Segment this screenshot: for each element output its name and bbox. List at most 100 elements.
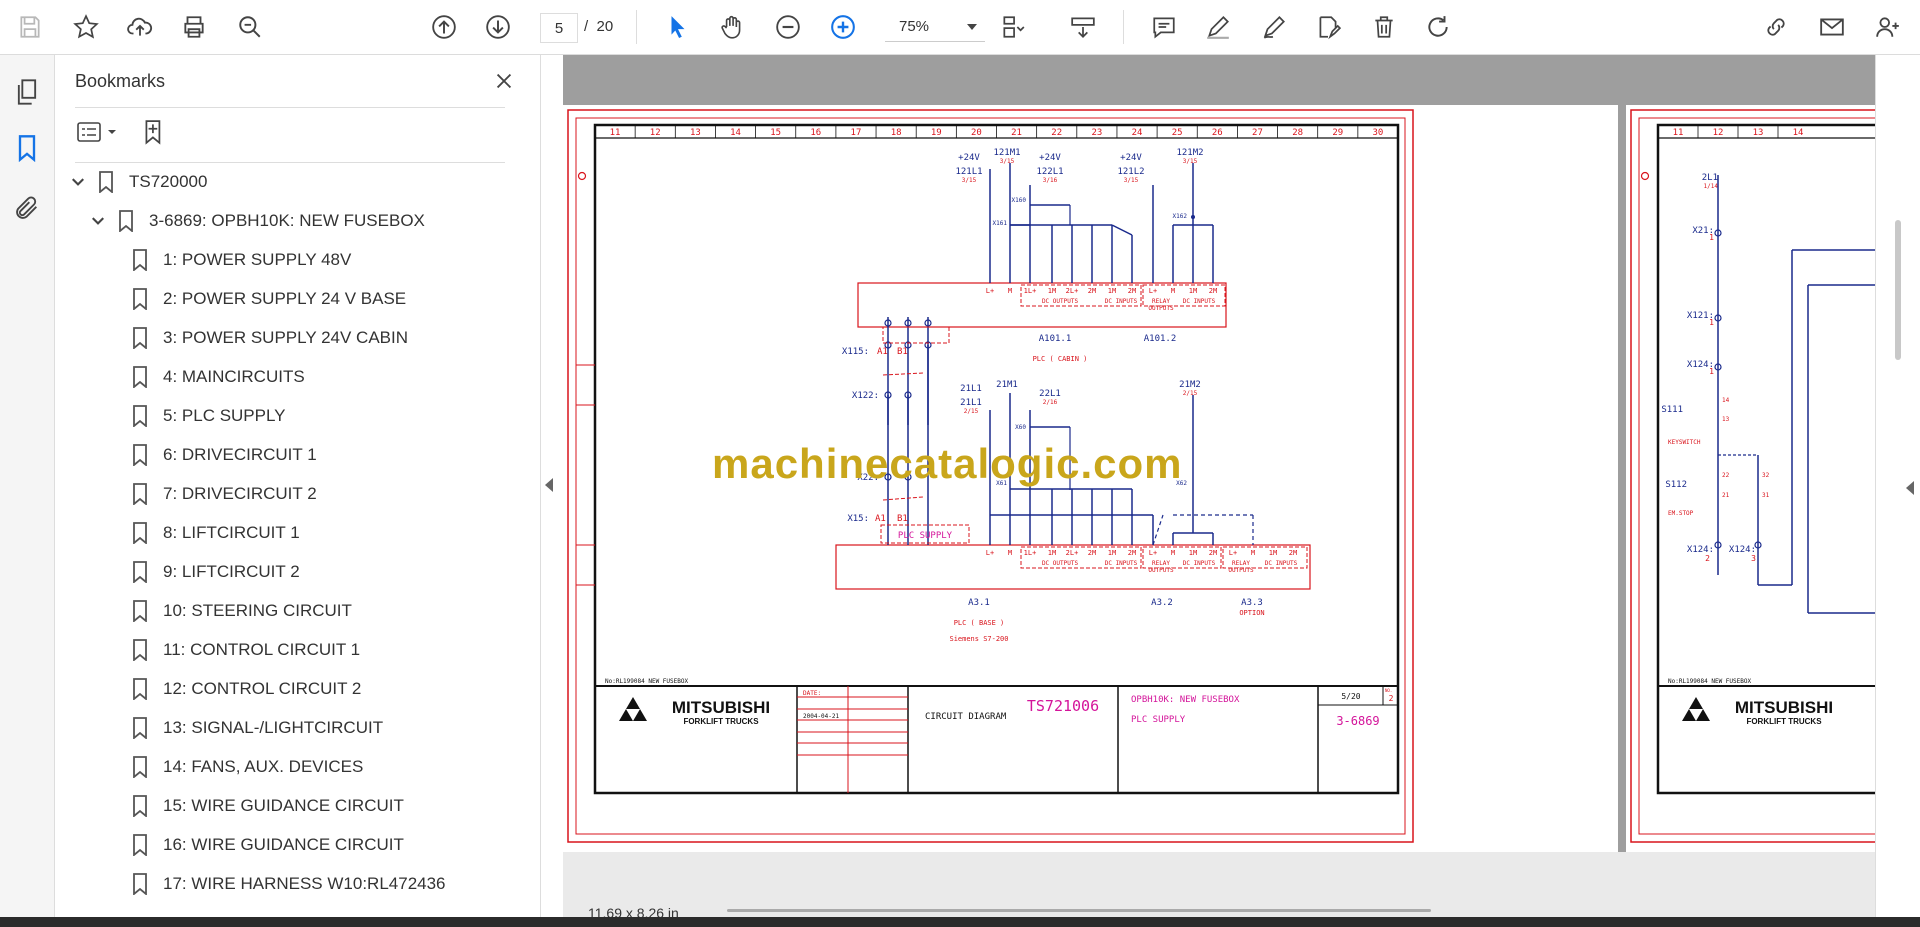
terminal-label: 1M xyxy=(1048,287,1056,295)
terminal-label: 2M xyxy=(1128,549,1136,557)
expand-right-panel-icon[interactable] xyxy=(1906,481,1914,495)
column-number: 19 xyxy=(931,128,942,138)
wire-reference: 3/15 xyxy=(1183,158,1198,165)
scroll-mode-icon[interactable] xyxy=(1067,11,1099,43)
bookmark-item[interactable]: 8: LIFTCIRCUIT 1 xyxy=(131,516,300,550)
zoom-in-icon[interactable] xyxy=(827,11,859,43)
terminal-label: M xyxy=(1171,287,1175,295)
column-number: 21 xyxy=(1011,128,1022,138)
brand-logo-mark xyxy=(1696,709,1710,721)
print-icon[interactable] xyxy=(178,11,210,43)
zoom-select[interactable]: 75% xyxy=(885,13,985,42)
toolbar-divider xyxy=(636,10,637,44)
column-number: 24 xyxy=(1132,128,1143,138)
select-cursor-icon[interactable] xyxy=(662,11,694,43)
bookmark-item[interactable]: 17: WIRE HARNESS W10:RL472436 xyxy=(131,867,446,901)
delete-icon[interactable] xyxy=(1368,11,1400,43)
section-label: RELAY xyxy=(1152,560,1170,567)
upload-cloud-icon[interactable] xyxy=(124,11,156,43)
bookmark-item[interactable]: 13: SIGNAL-/LIGHTCIRCUIT xyxy=(131,711,383,745)
bookmark-item[interactable]: 3-6869: OPBH10K: NEW FUSEBOX xyxy=(89,204,425,238)
page-fit-icon[interactable] xyxy=(997,11,1029,43)
module-caption: PLC ( CABIN ) xyxy=(1033,355,1088,363)
reference-circle xyxy=(1640,171,1650,181)
bookmark-item[interactable]: 15: WIRE GUIDANCE CIRCUIT xyxy=(131,789,404,823)
bookmark-item[interactable]: 14: FANS, AUX. DEVICES xyxy=(131,750,363,784)
bookmark-label: 10: STEERING CIRCUIT xyxy=(163,601,352,620)
connector-label: X122: xyxy=(852,391,879,401)
switch-label: S111 xyxy=(1661,405,1683,415)
brand-logo-mark xyxy=(619,709,633,721)
bookmark-item[interactable]: 6: DRIVECIRCUIT 1 xyxy=(131,438,317,472)
zoom-value: 75% xyxy=(899,18,930,35)
bookmark-item[interactable]: 7: DRIVECIRCUIT 2 xyxy=(131,477,317,511)
bookmark-item[interactable]: 11: CONTROL CIRCUIT 1 xyxy=(131,633,360,667)
comment-icon[interactable] xyxy=(1148,11,1180,43)
terminal-label: 1L+ xyxy=(1024,549,1037,557)
zoom-out-icon[interactable] xyxy=(772,11,804,43)
connector-label: X115: xyxy=(842,347,869,357)
page-number-input[interactable]: 5 xyxy=(540,13,578,43)
bookmark-item[interactable]: 5: PLC SUPPLY xyxy=(131,399,286,433)
terminal-label: M xyxy=(1008,549,1012,557)
module-label: PLC SUPPLY xyxy=(898,531,953,541)
bookmark-item[interactable]: 2: POWER SUPPLY 24 V BASE xyxy=(131,282,406,316)
pin-number: 21 xyxy=(1722,492,1730,499)
bookmarks-icon[interactable] xyxy=(10,131,44,165)
save-icon[interactable] xyxy=(14,11,46,43)
toolbar-divider xyxy=(1123,10,1124,44)
chevron-down-icon[interactable] xyxy=(89,212,107,230)
star-icon[interactable] xyxy=(70,11,102,43)
close-icon[interactable] xyxy=(490,67,518,95)
bookmark-item[interactable]: 4: MAINCIRCUITS xyxy=(131,360,305,394)
bookmark-item[interactable]: 1: POWER SUPPLY 48V xyxy=(131,243,351,277)
bookmark-flag-icon xyxy=(131,833,149,857)
column-number: 23 xyxy=(1091,128,1102,138)
zoom-search-icon[interactable] xyxy=(234,11,266,43)
add-user-icon[interactable] xyxy=(1872,11,1904,43)
bookmark-item[interactable]: 16: WIRE GUIDANCE CIRCUIT xyxy=(131,828,404,862)
email-icon[interactable] xyxy=(1816,11,1848,43)
stamp-edit-icon[interactable] xyxy=(1312,11,1344,43)
collapse-panel-icon[interactable] xyxy=(545,478,553,492)
supply-label: +24V xyxy=(958,153,980,163)
bookmark-item[interactable]: TS720000 xyxy=(69,165,207,199)
next-page-icon[interactable] xyxy=(482,11,514,43)
rotate-icon[interactable] xyxy=(1422,11,1454,43)
bookmark-item[interactable]: 9: LIFTCIRCUIT 2 xyxy=(131,555,300,589)
pages-thumbnails-icon[interactable] xyxy=(10,75,44,109)
left-tool-rail xyxy=(0,55,55,917)
bookmark-flag-icon xyxy=(117,209,135,233)
link-edit-icon[interactable] xyxy=(1760,11,1792,43)
chevron-down-icon[interactable] xyxy=(69,173,87,191)
bookmark-options-button[interactable] xyxy=(77,117,117,147)
section-label: OUTPUTS xyxy=(1148,305,1174,312)
connector-label: X60 xyxy=(1015,424,1026,431)
bookmark-item[interactable]: 12: CONTROL CIRCUIT 2 xyxy=(131,672,361,706)
column-number: 14 xyxy=(730,128,741,138)
terminal-label: M xyxy=(1171,549,1175,557)
bookmark-label: 3-6869: OPBH10K: NEW FUSEBOX xyxy=(149,211,425,230)
bookmark-item[interactable]: 10: STEERING CIRCUIT xyxy=(131,594,352,628)
bookmark-label: 17: WIRE HARNESS W10:RL472436 xyxy=(163,874,446,893)
diagram-type: CIRCUIT DIAGRAM xyxy=(925,712,1007,722)
drawing-description: PLC SUPPLY xyxy=(1131,715,1186,725)
terminal-label: 1M xyxy=(1189,287,1197,295)
highlight-pen-icon[interactable] xyxy=(1202,11,1234,43)
horizontal-scrollbar[interactable] xyxy=(727,909,1431,912)
draw-signature-icon[interactable] xyxy=(1258,11,1290,43)
total-pages: 20 xyxy=(596,18,614,35)
wire-label: 121L1 xyxy=(955,167,982,177)
hand-tool-icon[interactable] xyxy=(716,11,748,43)
document-scrollbar[interactable] xyxy=(1895,220,1901,360)
frame-rect xyxy=(882,326,950,344)
section-label: DC INPUTS xyxy=(1183,560,1216,567)
bookmark-item[interactable]: 3: POWER SUPPLY 24V CABIN xyxy=(131,321,408,355)
attachments-icon[interactable] xyxy=(10,191,44,225)
section-label: OUTPUTS xyxy=(1228,567,1254,574)
bookmark-flag-icon xyxy=(131,755,149,779)
previous-page-icon[interactable] xyxy=(428,11,460,43)
bookmark-label: 14: FANS, AUX. DEVICES xyxy=(163,757,364,776)
new-bookmark-button[interactable] xyxy=(141,117,167,147)
connector-label: X15: xyxy=(847,514,869,524)
